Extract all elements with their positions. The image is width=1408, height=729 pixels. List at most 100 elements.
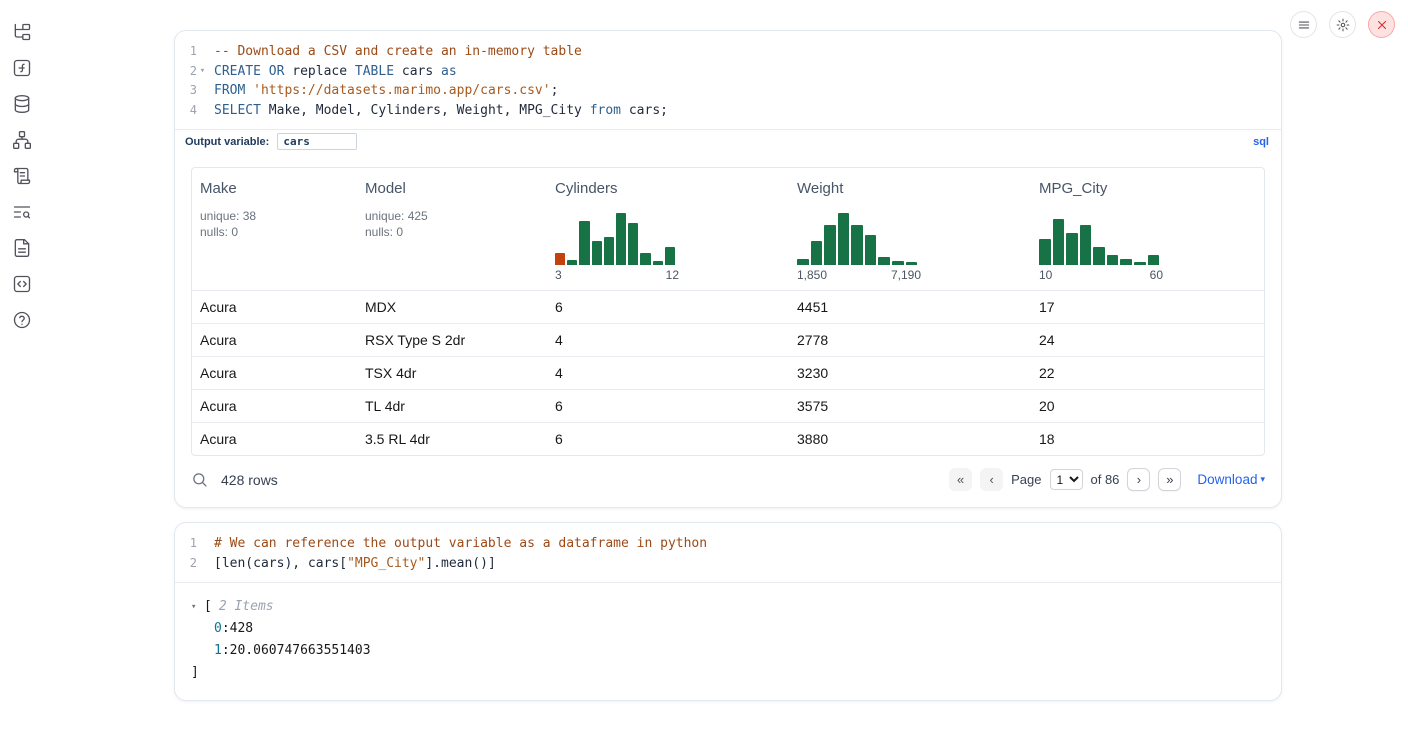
open-bracket: [	[204, 596, 212, 618]
tree-entry-value: 20.060747663551403	[230, 640, 371, 662]
first-page-button[interactable]: «	[949, 468, 972, 491]
text-search-icon[interactable]	[12, 202, 32, 222]
column-header-model[interactable]: Model unique: 425nulls: 0	[357, 168, 547, 290]
database-icon[interactable]	[12, 94, 32, 114]
code-text: -- Download a CSV and create an in-memor…	[208, 42, 582, 62]
window-actions	[1290, 11, 1395, 38]
tree-entry-key: 0	[214, 618, 222, 640]
search-icon[interactable]	[191, 471, 209, 489]
logs-scroll-icon[interactable]	[12, 166, 32, 186]
histogram-bar	[567, 260, 577, 265]
column-header-weight[interactable]: Weight1,8507,190	[789, 168, 1031, 290]
dependency-graph-icon[interactable]	[12, 130, 32, 150]
table-cell: 2778	[789, 324, 1031, 356]
code-text: [len(cars), cars["MPG_City"].mean()]	[208, 554, 496, 574]
line-number: 2	[175, 62, 197, 82]
line-number: 4	[175, 101, 197, 121]
file-tree-icon[interactable]	[12, 22, 32, 42]
histogram-max-label: 60	[1150, 268, 1163, 282]
histogram-bar	[628, 223, 638, 265]
line-number: 2	[175, 554, 197, 574]
data-table: Makeunique: 38nulls: 0 Model unique: 425nu…	[191, 167, 1265, 456]
column-name: Weight	[797, 180, 1023, 197]
column-header-mpg_city[interactable]: MPG_City1060	[1031, 168, 1264, 290]
fold-chevron-icon[interactable]: ▾	[197, 62, 208, 82]
histogram-bar	[616, 213, 626, 265]
function-square-icon[interactable]	[12, 58, 32, 78]
table-cell: Acura	[192, 324, 357, 356]
sql-editor[interactable]: 1-- Download a CSV and create an in-memo…	[175, 31, 1281, 129]
histogram-bar	[1093, 247, 1105, 265]
close-button[interactable]	[1368, 11, 1395, 38]
histogram-bar	[592, 241, 602, 265]
histogram-bar	[1120, 259, 1132, 265]
page-select[interactable]: 1	[1050, 469, 1083, 490]
output-variable-input[interactable]	[277, 133, 357, 150]
code-text: # We can reference the output variable a…	[208, 534, 707, 554]
help-circle-icon[interactable]	[12, 310, 32, 330]
row-count: 428 rows	[221, 472, 278, 488]
histogram-bar	[1080, 225, 1092, 265]
language-badge: sql	[1253, 136, 1269, 148]
next-page-button[interactable]: ›	[1127, 468, 1150, 491]
histogram-bar	[640, 253, 650, 265]
output-variable-row: Output variable: sql	[175, 129, 1281, 153]
python-editor[interactable]: 1# We can reference the output variable …	[175, 523, 1281, 582]
table-cell: 3575	[789, 390, 1031, 422]
tree-entry-value: 428	[230, 618, 253, 640]
column-header-make[interactable]: Makeunique: 38nulls: 0	[192, 168, 357, 290]
tree-open-row[interactable]: ▾ [ 2 Items	[191, 596, 1265, 618]
download-button[interactable]: Download ▾	[1197, 472, 1265, 487]
histogram-bar	[824, 225, 836, 265]
table-cell: TSX 4dr	[357, 357, 547, 389]
prev-page-button[interactable]: ‹	[980, 468, 1003, 491]
fold-gutter	[197, 534, 208, 554]
histogram-bar	[1107, 255, 1119, 265]
fold-gutter	[197, 101, 208, 121]
fold-gutter	[197, 42, 208, 62]
table-row: AcuraMDX6445117	[192, 290, 1264, 323]
tree-entry: 0: 428	[191, 618, 1265, 640]
table-cell: 20	[1031, 390, 1264, 422]
snippets-file-icon[interactable]	[12, 238, 32, 258]
column-name: Model	[365, 180, 539, 197]
table-cell: 4	[547, 324, 789, 356]
table-cell: RSX Type S 2dr	[357, 324, 547, 356]
table-footer: 428 rows « ‹ Page 1 of 86 › » Download ▾	[175, 456, 1281, 507]
table-row: AcuraRSX Type S 2dr4277824	[192, 323, 1264, 356]
code-line[interactable]: 1-- Download a CSV and create an in-memo…	[175, 42, 1281, 62]
histogram-max-label: 12	[666, 268, 679, 282]
table-cell: 3.5 RL 4dr	[357, 423, 547, 455]
table-cell: 6	[547, 291, 789, 323]
code-line[interactable]: 4SELECT Make, Model, Cylinders, Weight, …	[175, 101, 1281, 121]
histogram-bar	[653, 261, 663, 265]
sql-cell: 1 -- Download a CSV and create an in-memo…	[174, 30, 1282, 508]
chevron-down-icon[interactable]: ▾	[191, 596, 204, 618]
tree-entry-colon: :	[222, 640, 230, 662]
code-line[interactable]: 2 [len(cars), cars["MPG_City"].mean()]	[175, 554, 1281, 574]
code-line[interactable]: 2▾CREATE OR replace TABLE cars as	[175, 62, 1281, 82]
table-cell: 4	[547, 357, 789, 389]
table-row: AcuraTL 4dr6357520	[192, 389, 1264, 422]
column-header-cylinders[interactable]: Cylinders312	[547, 168, 789, 290]
column-stats: unique: 425nulls: 0	[365, 208, 539, 240]
code-line[interactable]: 3FROM 'https://datasets.marimo.app/cars.…	[175, 81, 1281, 101]
code-line[interactable]: 1# We can reference the output variable …	[175, 534, 1281, 554]
histogram-min-label: 1,850	[797, 268, 827, 282]
python-cell: 1# We can reference the output variable …	[174, 522, 1282, 701]
last-page-button[interactable]: »	[1158, 468, 1181, 491]
table-cell: 4451	[789, 291, 1031, 323]
page-label: Page	[1011, 472, 1041, 487]
histogram-bar	[797, 259, 809, 265]
menu-button[interactable]	[1290, 11, 1317, 38]
settings-gear-button[interactable]	[1329, 11, 1356, 38]
histogram-bar	[878, 257, 890, 265]
page-total-label: of 86	[1091, 472, 1120, 487]
fold-gutter	[197, 554, 208, 574]
table-cell: 17	[1031, 291, 1264, 323]
code-square-icon[interactable]	[12, 274, 32, 294]
table-cell: 22	[1031, 357, 1264, 389]
histogram-bar	[555, 253, 565, 265]
histogram-bar	[1039, 239, 1051, 265]
histogram-bar	[1066, 233, 1078, 265]
